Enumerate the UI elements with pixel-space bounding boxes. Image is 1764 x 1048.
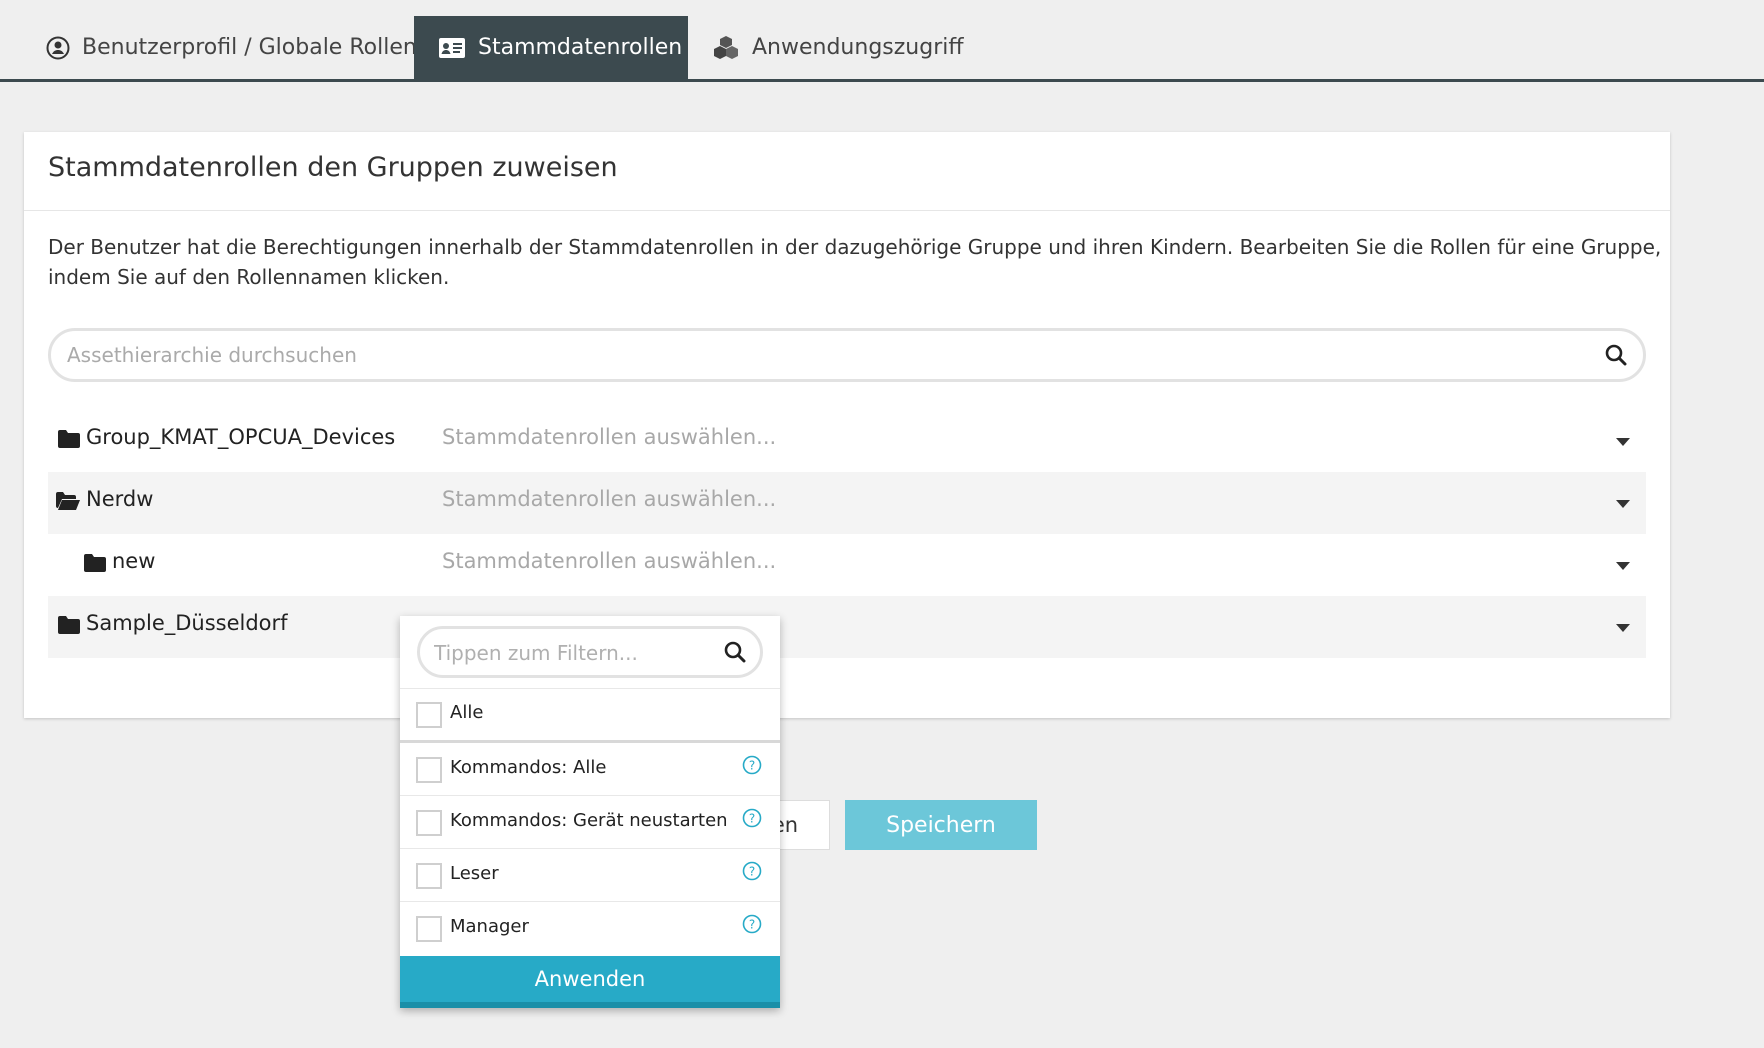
- search-icon[interactable]: [724, 641, 746, 667]
- cubes-icon: [712, 35, 740, 61]
- checkbox[interactable]: [416, 916, 442, 942]
- chevron-down-icon[interactable]: [1616, 438, 1630, 446]
- tab-label: Stammdatenrollen: [478, 35, 683, 60]
- asset-search-input[interactable]: [67, 339, 1567, 371]
- checkbox[interactable]: [416, 863, 442, 889]
- group-row[interactable]: Sample_Düsseldorf: [48, 596, 1646, 658]
- group-name[interactable]: new: [112, 549, 155, 573]
- apply-button[interactable]: Anwenden: [400, 956, 780, 1008]
- role-select[interactable]: Stammdatenrollen auswählen...: [442, 425, 776, 449]
- chevron-down-icon[interactable]: [1616, 500, 1630, 508]
- card-description: Der Benutzer hat die Berechtigungen inne…: [48, 235, 1662, 289]
- role-dropdown: Alle Kommandos: Alle ? Kommandos: Gerät …: [400, 616, 780, 1008]
- filter-input[interactable]: [434, 638, 704, 668]
- option-item[interactable]: Kommandos: Alle ?: [400, 743, 780, 795]
- role-select[interactable]: Stammdatenrollen auswählen...: [442, 487, 776, 511]
- folder-icon: [58, 430, 80, 452]
- group-row[interactable]: Group_KMAT_OPCUA_Devices Stammdatenrolle…: [48, 410, 1646, 472]
- folder-icon: [58, 616, 80, 638]
- search-icon[interactable]: [1605, 344, 1627, 370]
- group-name[interactable]: Sample_Düsseldorf: [86, 611, 288, 635]
- svg-text:?: ?: [749, 759, 755, 773]
- save-button[interactable]: Speichern: [845, 800, 1037, 850]
- option-label: Kommandos: Gerät neustarten: [450, 810, 728, 831]
- help-icon[interactable]: ?: [742, 755, 762, 779]
- role-select[interactable]: Stammdatenrollen auswählen...: [442, 549, 776, 573]
- svg-text:?: ?: [749, 812, 755, 826]
- group-row[interactable]: Nerdw Stammdatenrollen auswählen...: [48, 472, 1646, 534]
- option-item[interactable]: Leser ?: [400, 849, 780, 901]
- tab-user-profile[interactable]: Benutzerprofil / Globale Rollen: [22, 16, 441, 79]
- chevron-down-icon[interactable]: [1616, 624, 1630, 632]
- tab-label: Anwendungszugriff: [752, 35, 964, 60]
- id-card-icon: [438, 37, 466, 59]
- asset-search-box: [48, 328, 1646, 382]
- svg-text:?: ?: [749, 918, 755, 932]
- option-item[interactable]: Kommandos: Gerät neustarten ?: [400, 796, 780, 848]
- option-label: Manager: [450, 916, 529, 937]
- checkbox[interactable]: [416, 702, 442, 728]
- svg-text:?: ?: [749, 865, 755, 879]
- filter-box: [417, 626, 763, 678]
- checkbox[interactable]: [416, 757, 442, 783]
- tab-label: Benutzerprofil / Globale Rollen: [82, 35, 417, 60]
- option-item[interactable]: Manager ?: [400, 902, 780, 954]
- user-circle-icon: [46, 36, 70, 60]
- folder-open-icon: [56, 492, 80, 514]
- help-icon[interactable]: ?: [742, 914, 762, 938]
- tab-master-data-roles[interactable]: Stammdatenrollen: [414, 16, 688, 79]
- tab-application-access[interactable]: Anwendungszugriff: [688, 16, 988, 79]
- group-name[interactable]: Group_KMAT_OPCUA_Devices: [86, 425, 395, 449]
- roles-card: Stammdatenrollen den Gruppen zuweisen De…: [24, 132, 1670, 718]
- group-row[interactable]: new Stammdatenrollen auswählen...: [48, 534, 1646, 596]
- chevron-down-icon[interactable]: [1616, 562, 1630, 570]
- divider: [24, 210, 1670, 211]
- folder-icon: [84, 554, 106, 576]
- tab-bar: Benutzerprofil / Globale Rollen Stammdat…: [0, 0, 1764, 82]
- checkbox[interactable]: [416, 810, 442, 836]
- help-icon[interactable]: ?: [742, 808, 762, 832]
- group-name[interactable]: Nerdw: [86, 487, 153, 511]
- option-label: Leser: [450, 863, 499, 884]
- option-label: Kommandos: Alle: [450, 757, 607, 778]
- card-title: Stammdatenrollen den Gruppen zuweisen: [48, 152, 618, 183]
- option-label: Alle: [450, 702, 484, 723]
- option-all[interactable]: Alle: [400, 688, 780, 740]
- help-icon[interactable]: ?: [742, 861, 762, 885]
